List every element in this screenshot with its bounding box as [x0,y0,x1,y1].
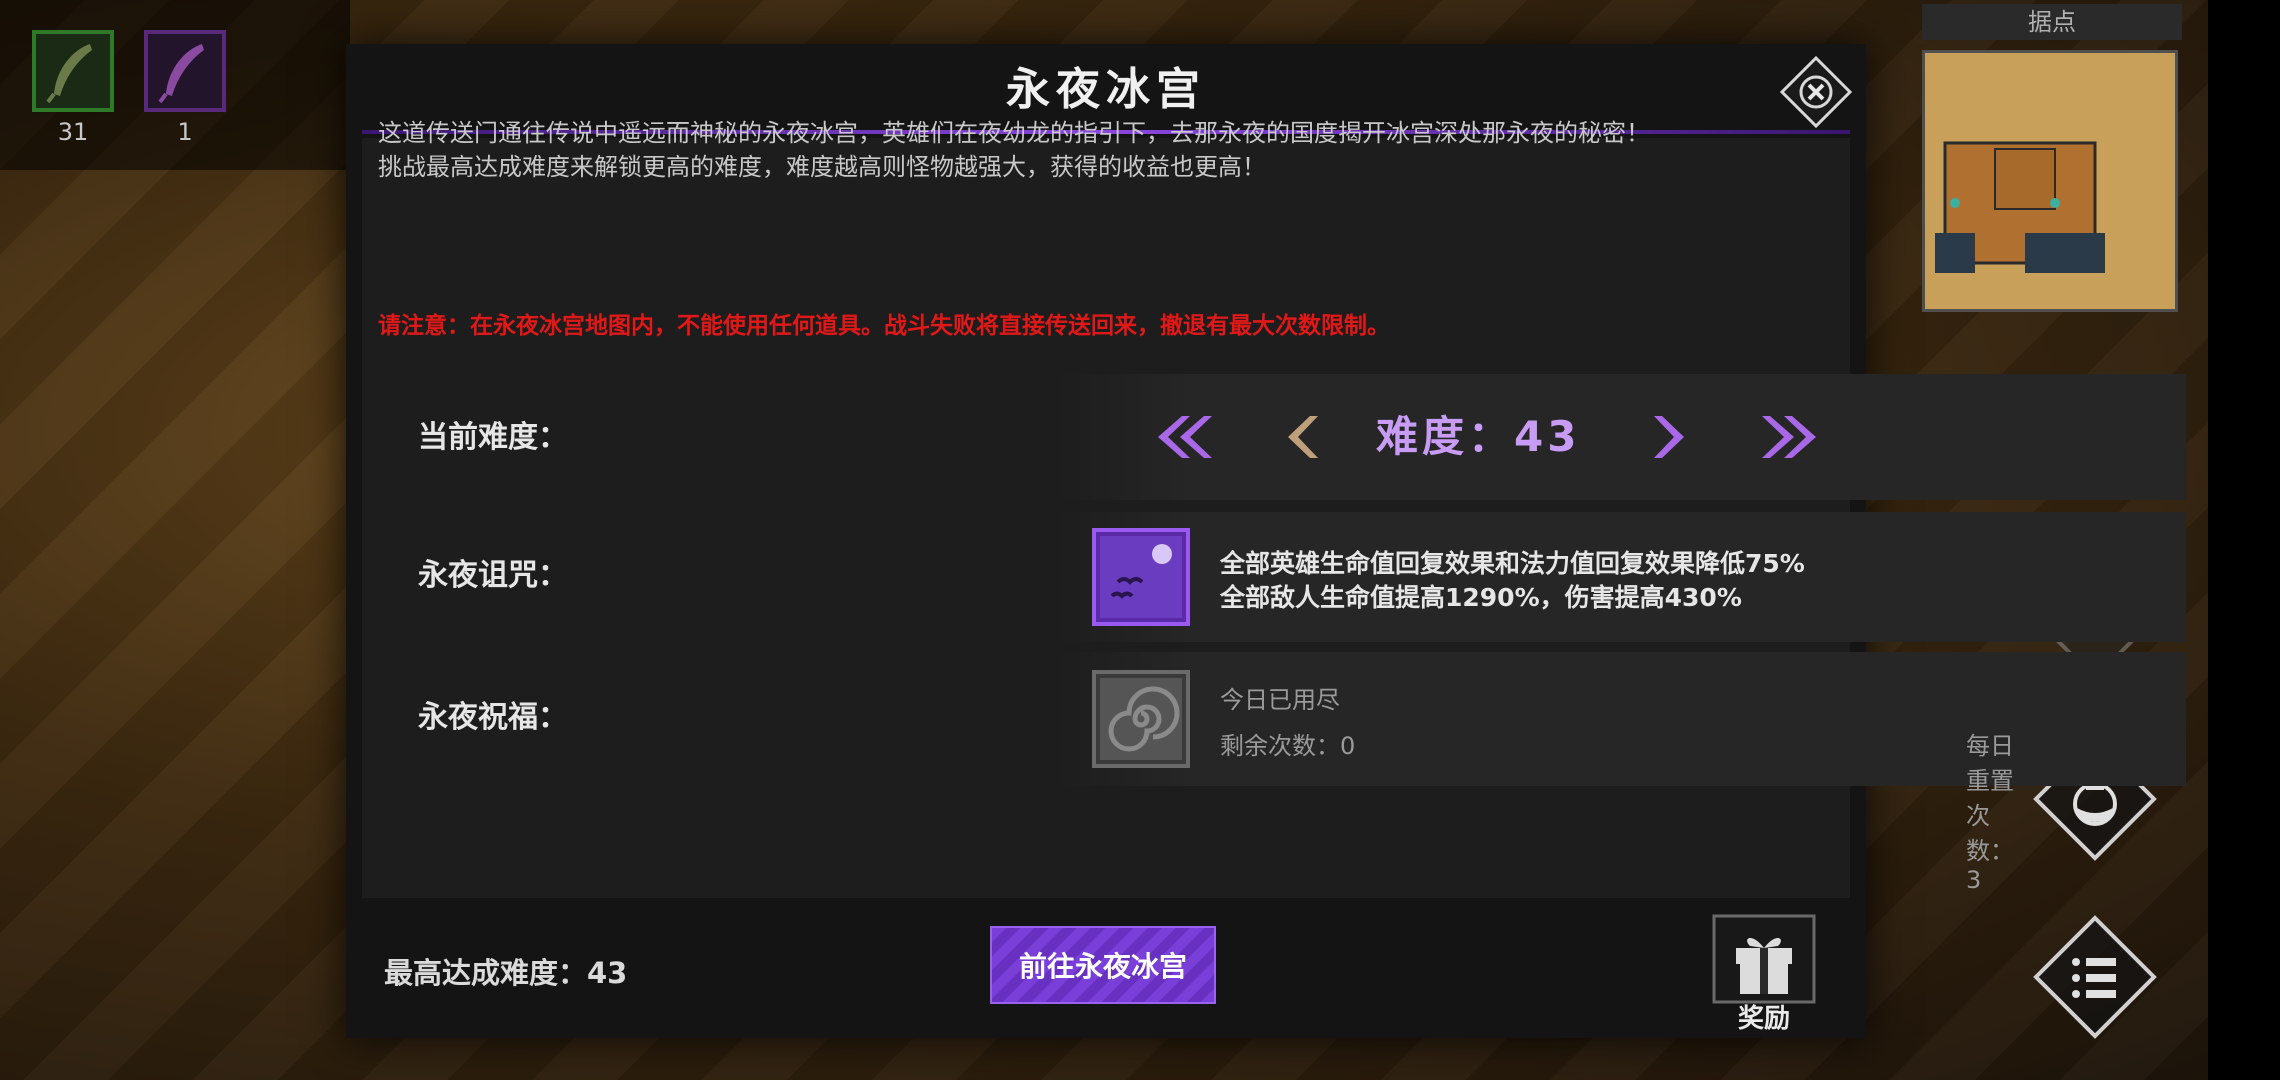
blessing-icon-box[interactable] [1092,670,1190,768]
curse-label: 永夜诅咒： [418,558,568,593]
green-feather-count: 31 [57,118,89,146]
minimap[interactable] [1922,50,2178,312]
chevron-left-icon [1288,416,1318,458]
blessing-status: 今日已用尽 [1220,686,1340,714]
double-chevron-left-icon [1158,416,1212,458]
curse-line-2: 全部敌人生命值提高1290%，伤害提高430% [1220,583,1742,612]
blessing-daily-reset: 每日重置次数：3 [1966,732,2014,894]
blessing-label: 永夜祝福： [418,700,568,735]
night-moon-bats-icon [1092,528,1190,626]
purple-feather-slot[interactable] [144,30,226,112]
difficulty-row [1056,374,2186,500]
list-icon [2033,915,2157,1039]
difficulty-max-button[interactable] [1760,406,1820,468]
reward-label: 奖励 [1737,1004,1790,1034]
chevron-right-icon [1654,416,1684,458]
difficulty-value: 难度：43 [1376,412,1581,461]
go-eternal-ice-palace-button[interactable]: 前往永夜冰宫 [990,926,1216,1004]
description-line-2: 挑战最高达成难度来解锁更高的难度，难度越高则怪物越强大，获得的收益也更高！ [378,153,1266,181]
description-line-1: 这道传送门通往传说中遥远而神秘的永夜冰宫，英雄们在夜幼龙的指引下，去那永夜的国度… [378,119,1650,147]
right-edge-bar [2208,0,2280,1080]
blessing-row [1056,652,2186,786]
green-feather-slot[interactable] [32,30,114,112]
menu-list-button[interactable] [2030,912,2160,1042]
minimap-map-icon [1925,53,2175,309]
difficulty-min-button[interactable] [1154,406,1214,468]
blessing-remaining: 剩余次数：0 [1220,732,1356,760]
swirl-vortex-icon [1092,670,1190,768]
double-chevron-right-icon [1762,416,1816,458]
eternal-night-dialog: 永夜冰宫 这道传送门通往传说中遥远而神秘的永夜冰宫，英雄们在夜幼龙的指引下，去那… [346,44,2186,1038]
curse-line-1: 全部英雄生命值回复效果和法力值回复效果降低75% [1220,549,1805,578]
description: 这道传送门通往传说中遥远而神秘的永夜冰宫，英雄们在夜幼龙的指引下，去那永夜的国度… [378,116,1848,184]
difficulty-next-button[interactable] [1652,406,1688,468]
warning-text: 请注意：在永夜冰宫地图内，不能使用任何道具。战斗失败将直接传送回来，撤退有最大次… [378,313,1390,339]
difficulty-prev-button[interactable] [1284,406,1320,468]
minimap-title: 据点 [1922,4,2182,40]
curse-icon-box[interactable] [1092,528,1190,626]
purple-feather-count: 1 [177,118,193,146]
reward-button[interactable]: 奖励 [1712,914,1816,1034]
gift-icon [1712,914,1816,1004]
difficulty-label: 当前难度： [418,420,568,455]
max-difficulty-text: 最高达成难度：43 [384,956,628,990]
purple-feather-icon [144,30,226,112]
green-feather-icon [32,30,114,112]
